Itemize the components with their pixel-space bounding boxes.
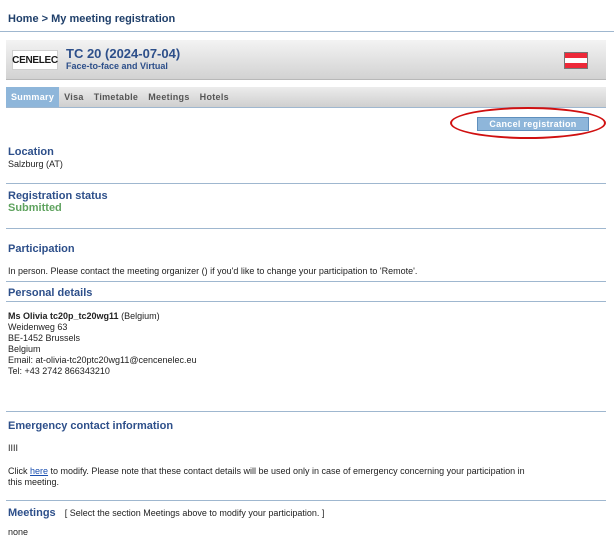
emergency-title: Emergency contact information — [8, 420, 174, 432]
breadcrumb-separator: > — [41, 13, 49, 25]
participation-title: Participation — [8, 243, 75, 255]
person-line: Ms Olivia tc20p_tc20wg11 (Belgium) — [8, 311, 197, 322]
person-country-suffix: (Belgium) — [121, 311, 160, 321]
person-email: Email: at-olivia-tc20ptc20wg11@cencenele… — [8, 355, 197, 365]
emergency-modify-link[interactable]: here — [30, 466, 48, 476]
personal-details-title: Personal details — [8, 287, 93, 299]
section-divider — [6, 183, 606, 184]
tab-timetable[interactable]: Timetable — [89, 87, 144, 107]
section-divider — [6, 281, 606, 282]
emergency-note-line1: to modify. Please note that these contac… — [50, 466, 525, 476]
tab-hotels[interactable]: Hotels — [195, 87, 234, 107]
emergency-note-line2: this meeting. — [8, 477, 60, 487]
meetings-title-row: Meetings [ Select the section Meetings a… — [8, 507, 324, 519]
meeting-title: TC 20 (2024-07-04) — [66, 46, 181, 61]
meetings-title: Meetings — [8, 507, 56, 519]
breadcrumb-current: My meeting registration — [51, 13, 176, 25]
section-divider — [6, 228, 606, 229]
section-divider — [6, 411, 606, 412]
cenelec-logo: CENELEC — [12, 50, 58, 70]
tab-meetings[interactable]: Meetings — [143, 87, 194, 107]
emergency-click-prefix: Click — [8, 466, 28, 476]
section-divider — [6, 301, 606, 302]
meetings-value: none — [8, 527, 29, 537]
location-title: Location — [8, 146, 54, 158]
breadcrumb-home-link[interactable]: Home — [8, 13, 39, 25]
austria-flag-icon — [564, 52, 588, 69]
cancel-registration-button[interactable]: Cancel registration — [477, 117, 589, 131]
registration-status-value: Submitted — [8, 202, 62, 214]
participation-text: In person. Please contact the meeting or… — [8, 266, 418, 276]
person-tel: Tel: +43 2742 866343210 — [8, 366, 110, 376]
flag-stripe-bottom — [565, 62, 587, 68]
person-name: Ms Olivia tc20p_tc20wg11 — [8, 311, 119, 321]
emergency-note: Click here to modify. Please note that t… — [8, 466, 598, 488]
meeting-subtitle: Face-to-face and Virtual — [66, 61, 168, 71]
tab-summary[interactable]: Summary — [6, 87, 60, 107]
tab-bar: Summary Visa Timetable Meetings Hotels — [6, 87, 606, 107]
personal-details-block: Ms Olivia tc20p_tc20wg11 (Belgium) Weide… — [8, 311, 197, 377]
section-divider — [6, 500, 606, 501]
tab-visa[interactable]: Visa — [59, 87, 89, 107]
registration-status-title: Registration status — [8, 190, 108, 202]
address-line-2: BE-1452 Brussels — [8, 333, 81, 343]
meeting-header: CENELEC TC 20 (2024-07-04) Face-to-face … — [6, 40, 606, 80]
tabs-divider — [6, 107, 606, 108]
meetings-note: [ Select the section Meetings above to m… — [64, 508, 325, 518]
location-value: Salzburg (AT) — [8, 159, 63, 169]
header-divider — [0, 31, 614, 32]
address-line-1: Weidenweg 63 — [8, 322, 68, 332]
emergency-value: IIII — [8, 443, 19, 453]
address-country: Belgium — [8, 344, 41, 354]
breadcrumb: Home > My meeting registration — [8, 13, 175, 25]
